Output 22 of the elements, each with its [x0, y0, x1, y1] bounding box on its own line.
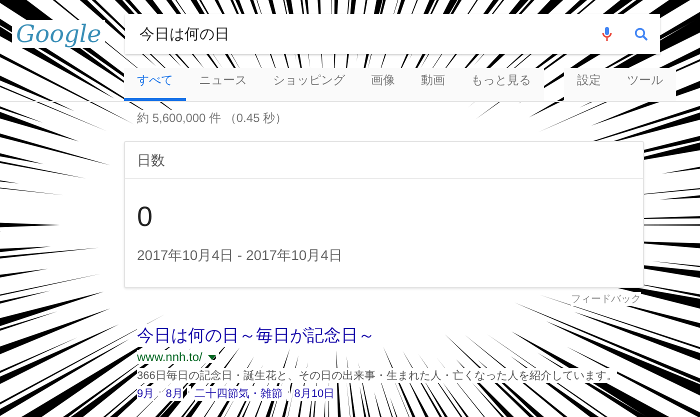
result-url: www.nnh.to/	[137, 350, 202, 364]
tab[interactable]: 画像	[358, 68, 408, 101]
sitelink[interactable]: 8月	[166, 386, 183, 401]
tab[interactable]: ツール	[614, 68, 676, 101]
tab[interactable]: もっと見る	[458, 68, 544, 101]
tab[interactable]: 設定	[564, 68, 614, 101]
result-snippet: 366日毎日の記念日・誕生花と、その日の出来事・生まれた人・亡くなった人を紹介しています。	[137, 368, 618, 383]
tab[interactable]: ショッピング	[260, 68, 358, 101]
tab[interactable]: すべて	[124, 68, 186, 101]
search-field[interactable]: 今日は何の日	[125, 14, 660, 54]
card-title: 日数	[125, 142, 643, 179]
sitelink[interactable]: 二十四節気・雑節	[194, 386, 283, 401]
feedback-link[interactable]: フィードバック	[571, 292, 641, 306]
tab[interactable]: ニュース	[186, 68, 260, 101]
sitelink[interactable]: 8月10日	[294, 386, 335, 401]
microphone-icon[interactable]	[602, 26, 612, 42]
logo[interactable]: Google	[12, 20, 106, 48]
search-icon[interactable]	[634, 27, 648, 41]
date-range: 2017年10月4日 - 2017年10月4日	[137, 247, 344, 265]
day-count: 0	[137, 201, 154, 233]
sitelink[interactable]: 9月	[137, 386, 154, 401]
tab[interactable]: 動画	[408, 68, 458, 101]
